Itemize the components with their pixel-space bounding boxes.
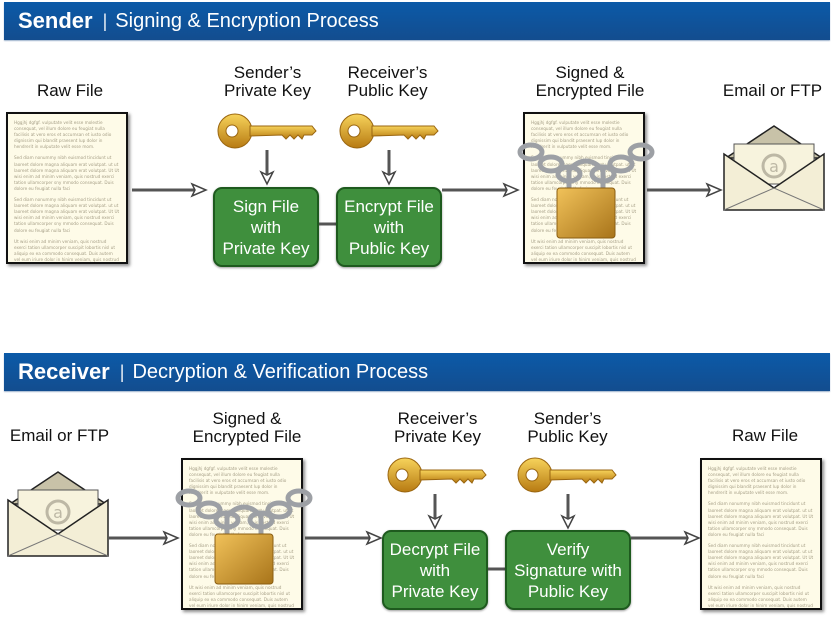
key-icon	[217, 113, 317, 149]
arrow-icon	[108, 530, 180, 546]
envelope-icon: a	[7, 471, 109, 557]
document-paragraph: Ut wisi enim ad minim veniam, quis nostr…	[708, 584, 813, 608]
label-line: Signed &	[555, 63, 625, 82]
raw-file-document: Hggjhj dgfgf. vulputate velit esse moles…	[700, 458, 822, 610]
document-paragraph: Sed diam nonummy nibh euismod tincidunt …	[14, 155, 120, 191]
receiver-email-ftp-label: Email or FTP	[9, 426, 110, 445]
key-icon	[339, 113, 439, 149]
box-line: with	[419, 560, 451, 580]
box-line: Private Key	[222, 238, 310, 258]
receiver-banner: Receiver | Decryption & Verification Pro…	[4, 353, 830, 391]
document-paragraph: Hggjhj dgfgf. vulputate velit esse moles…	[14, 120, 112, 150]
label-line: Public Key	[527, 427, 608, 446]
document-paragraph: Ut wisi enim ad minim veniam, quis nostr…	[189, 584, 294, 608]
arrow-icon	[560, 494, 576, 530]
receiver-public-key-label: Receiver’s Public Key	[325, 64, 450, 100]
sender-email-ftp-label: Email or FTP	[722, 81, 823, 100]
banner-separator: |	[119, 361, 125, 382]
verify-signature-box: Verify Signature with Public Key	[505, 530, 631, 610]
padlock-icon	[517, 142, 655, 239]
document-paragraph: Ut wisi enim ad minim veniam, quis nostr…	[531, 238, 636, 262]
sender-banner: Sender | Signing & Encryption Process	[4, 2, 830, 40]
box-line: Decrypt File	[389, 539, 481, 559]
connector-line	[319, 222, 337, 226]
label-line: Private Key	[394, 427, 481, 446]
sign-file-box: Sign File with Private Key	[213, 187, 319, 267]
label-line: Encrypted File	[535, 81, 645, 100]
arrow-icon	[259, 150, 275, 186]
svg-text:a: a	[53, 503, 63, 522]
receiver-raw-file-label: Raw File	[731, 426, 799, 445]
box-line: Verify	[546, 539, 590, 559]
arrow-icon	[647, 182, 723, 198]
decrypt-file-box: Decrypt File with Private Key	[382, 530, 488, 610]
document-paragraph: Hggjhj dgfgf. vulputate velit esse moles…	[708, 466, 806, 496]
box-line: Public Key	[348, 238, 430, 258]
arrow-icon	[427, 494, 443, 530]
sender-private-key-label: Sender’s Private Key	[205, 64, 330, 100]
label-line: Private Key	[224, 81, 311, 100]
sender-public-key-label: Sender’s Public Key	[505, 410, 630, 446]
box-line: Sign File	[232, 196, 300, 216]
sender-raw-file-label: Raw File	[36, 81, 104, 100]
envelope-icon: a	[723, 125, 825, 211]
padlock-icon	[175, 488, 313, 585]
key-icon	[517, 457, 617, 493]
document-paragraph: Sed diam nonummy nibh euismod tincidunt …	[708, 501, 814, 537]
svg-text:a: a	[769, 157, 779, 176]
label-line: Receiver’s	[347, 63, 428, 82]
label-line: Sender’s	[533, 409, 602, 428]
banner-separator: |	[102, 10, 108, 31]
label-line: Signed &	[212, 409, 282, 428]
key-icon	[387, 457, 487, 493]
arrow-icon	[132, 182, 208, 198]
label-line: Receiver’s	[397, 409, 478, 428]
document-paragraph: Sed diam nonummy nibh euismod tincidunt …	[708, 543, 814, 579]
connector-line	[488, 567, 506, 571]
receiver-banner-subtitle: Decryption & Verification Process	[132, 360, 429, 383]
sender-banner-subtitle: Signing & Encryption Process	[115, 9, 379, 32]
box-line: Private Key	[391, 581, 479, 601]
label-line: Sender’s	[233, 63, 302, 82]
box-line: Encrypt File	[344, 196, 434, 216]
sender-banner-title: Sender	[18, 8, 93, 33]
box-line: with	[373, 217, 405, 237]
document-paragraph: Sed diam nonummy nibh euismod tincidunt …	[14, 197, 120, 233]
sender-signed-encrypted-label: Signed & Encrypted File	[520, 64, 660, 100]
arrow-icon	[381, 150, 397, 186]
box-line: Signature with	[514, 560, 622, 580]
document-paragraph: Ut wisi enim ad minim veniam, quis nostr…	[14, 238, 119, 262]
encrypt-file-box: Encrypt File with Public Key	[336, 187, 442, 267]
raw-file-document: Hggjhj dgfgf. vulputate velit esse moles…	[6, 112, 128, 264]
arrow-icon	[631, 530, 701, 546]
label-line: Encrypted File	[192, 427, 302, 446]
box-line: Public Key	[527, 581, 609, 601]
arrow-icon	[305, 530, 383, 546]
receiver-private-key-label: Receiver’s Private Key	[375, 410, 500, 446]
receiver-signed-encrypted-label: Signed & Encrypted File	[177, 410, 317, 446]
arrow-icon	[442, 182, 520, 198]
box-line: with	[250, 217, 282, 237]
receiver-banner-title: Receiver	[18, 359, 110, 384]
label-line: Public Key	[347, 81, 428, 100]
